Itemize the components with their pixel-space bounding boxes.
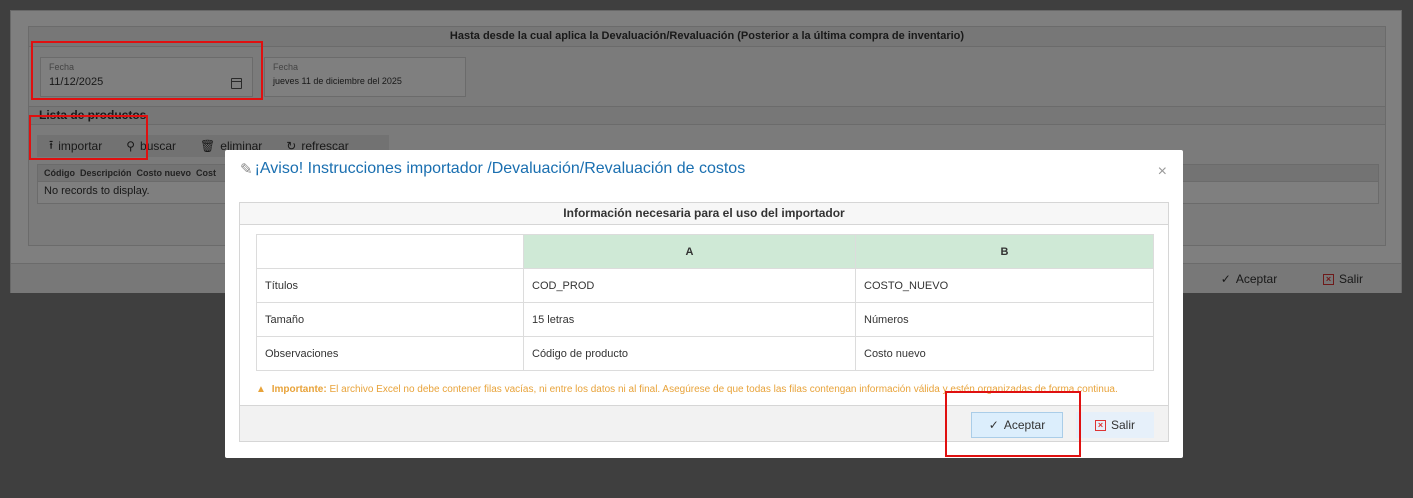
dialog-accept-button[interactable]: ✓ Aceptar [971,412,1063,438]
importer-columns-table: A B Títulos COD_PROD COSTO_NUEVO Tamaño … [256,234,1154,371]
importer-info-panel: Información necesaria para el uso del im… [239,202,1169,442]
table-cell: COD_PROD [523,268,856,303]
dialog-exit-label: Salir [1110,418,1135,432]
column-header-a: A [523,234,856,269]
dialog-footer: ✓ Aceptar × Salir [240,405,1168,441]
dialog-exit-button[interactable]: × Salir [1076,412,1154,438]
importer-info-title: Información necesaria para el uso del im… [240,203,1168,225]
dialog-title: ✎ ¡Aviso! Instrucciones importador /Deva… [240,160,745,178]
dialog-accept-label: Aceptar [1003,418,1046,432]
warning-icon: ▲ [256,384,266,395]
table-row: Tamaño 15 letras Números [256,302,1154,337]
pencil-icon: ✎ [240,161,253,178]
column-header-b: B [855,234,1154,269]
import-instructions-dialog: ✎ ¡Aviso! Instrucciones importador /Deva… [225,150,1183,458]
table-cell: Costo nuevo [855,336,1154,371]
close-icon[interactable]: × [1158,163,1167,181]
table-row: Observaciones Código de producto Costo n… [256,336,1154,371]
close-box-icon: × [1094,419,1106,431]
table-cell: Código de producto [523,336,856,371]
warning-text: El archivo Excel no debe contener filas … [329,384,1118,395]
row-label: Observaciones [256,336,524,371]
dialog-title-text: ¡Aviso! Instrucciones importador /Devalu… [254,160,746,177]
row-label: Títulos [256,268,524,303]
table-header-row: A B [256,234,1154,269]
warning-message: ▲ Importante: El archivo Excel no debe c… [256,384,1118,395]
table-cell: Números [855,302,1154,337]
table-row: Títulos COD_PROD COSTO_NUEVO [256,268,1154,303]
warning-label: Importante: [271,384,327,395]
row-label: Tamaño [256,302,524,337]
table-cell: COSTO_NUEVO [855,268,1154,303]
table-corner [256,234,524,269]
check-icon: ✓ [988,418,999,432]
table-cell: 15 letras [523,302,856,337]
